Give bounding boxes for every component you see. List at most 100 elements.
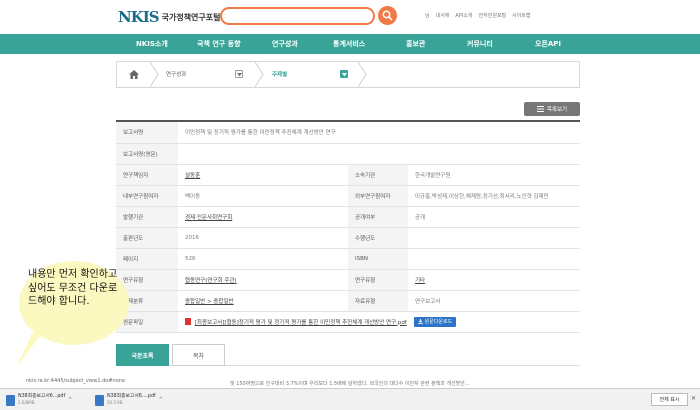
nav-item-community[interactable]: 커뮤니티 bbox=[467, 39, 493, 49]
affiliation: 한국개발연구원 bbox=[408, 164, 580, 186]
report-title: 이민정책 및 정기적 평가를 통한 이민정책 추진체계 개선방안 연구 bbox=[178, 122, 580, 144]
report-title-en bbox=[178, 143, 580, 165]
row-label: 출판년도 bbox=[116, 227, 178, 249]
row-label: 페이지 bbox=[116, 248, 178, 270]
tab-table-of-contents[interactable]: 목차 bbox=[172, 344, 225, 366]
row-label: 연구책임자 bbox=[116, 164, 178, 186]
site-logo[interactable]: NKIS 국가정책연구포털 bbox=[118, 8, 221, 26]
speech-bubble-text: 내용만 먼저 확인하고 싶어도 무조건 다운로드해야 합니다. bbox=[28, 269, 118, 307]
table-row: 주제분류 종합일반 > 종합일반 자료유형 연구보고서 bbox=[116, 290, 580, 312]
original-file-link[interactable]: [최종보고서][협동]정기적 평가 및 정기적 평가를 통한 이민정책 추진체계… bbox=[195, 320, 407, 326]
disclosure: 공개 bbox=[408, 206, 580, 228]
download-size: 2.6/8MB bbox=[18, 400, 35, 405]
row-label: 연구유형 bbox=[348, 269, 408, 291]
original-download-label: 원문다운로드 bbox=[424, 319, 453, 325]
utility-links: 님 내서재 API소개 전자민원포털 사이트맵 bbox=[425, 12, 531, 19]
main-nav: NKIS소개 국책 연구 동향 연구성과 통계서비스 홍보관 커뮤니티 오픈AP… bbox=[0, 34, 700, 54]
show-all-downloads-button[interactable]: 전체 표시 bbox=[651, 393, 688, 406]
table-row: 발행기관 경제·인문사회연구회 공개여부 공개 bbox=[116, 206, 580, 228]
breadcrumb-level1-dropdown[interactable] bbox=[235, 70, 243, 78]
breadcrumb-home[interactable] bbox=[117, 62, 151, 87]
nav-item-research-results[interactable]: 연구성과 bbox=[272, 39, 298, 49]
chevron-up-icon[interactable]: ^ bbox=[159, 397, 163, 403]
row-label: 소속기관 bbox=[348, 164, 408, 186]
report-info-table: 보고서명 이민정책 및 정기적 평가를 통한 이민정책 추진체계 개선방안 연구… bbox=[116, 120, 580, 333]
nav-item-about[interactable]: NKIS소개 bbox=[136, 39, 168, 49]
isbn bbox=[408, 248, 580, 270]
nav-item-pr[interactable]: 홍보관 bbox=[406, 39, 425, 49]
row-label: 보고서명 bbox=[116, 122, 178, 144]
download-item[interactable]: N38최종보고서6....pdf 50.5 KB ^ bbox=[95, 392, 163, 408]
research-year bbox=[408, 227, 580, 249]
download-item[interactable]: N38최종보고서6...pdf 2.6/8MB ^ bbox=[6, 392, 72, 408]
internal-participants: 백이동 bbox=[178, 185, 348, 207]
row-label: 공개여부 bbox=[348, 206, 408, 228]
breadcrumb-level2-dropdown[interactable] bbox=[340, 70, 348, 78]
nav-item-open-api[interactable]: 오픈API bbox=[535, 39, 561, 49]
chevron-down-icon bbox=[342, 72, 347, 76]
chevron-down-icon bbox=[237, 72, 242, 76]
row-label: 보고서명(영문) bbox=[116, 143, 178, 165]
original-file-cell: [최종보고서][협동]정기적 평가 및 정기적 평가를 통한 이민정책 추진체계… bbox=[178, 311, 580, 333]
logo-mark: NKIS bbox=[118, 8, 160, 26]
util-link-user[interactable]: 님 bbox=[425, 12, 430, 19]
row-label: 내부연구참여자 bbox=[116, 185, 178, 207]
pdf-file-icon bbox=[6, 394, 15, 406]
table-row: 연구책임자 설동훈 소속기관 한국개발연구원 bbox=[116, 164, 580, 186]
content-tabs: 국문초록 목차 bbox=[116, 344, 580, 366]
list-icon bbox=[536, 106, 544, 112]
row-label: 외부연구참여자 bbox=[348, 185, 408, 207]
download-icon bbox=[417, 319, 423, 324]
util-link-my-library[interactable]: 내서재 bbox=[436, 12, 450, 19]
breadcrumb-separator-icon bbox=[149, 62, 159, 87]
search-input[interactable] bbox=[220, 7, 375, 25]
table-row: 내부연구참여자 백이동 외부연구참여자 이규홍,박성제,이상헌,채재원,정기선,… bbox=[116, 185, 580, 207]
table-row: 출판년도 2016 수행년도 bbox=[116, 227, 580, 249]
row-label: 자료유형 bbox=[348, 290, 408, 312]
material-type: 연구보고서 bbox=[408, 290, 580, 312]
nav-item-statistics[interactable]: 통계서비스 bbox=[333, 39, 365, 49]
research-type2-link[interactable]: 기타 bbox=[408, 269, 580, 291]
util-link-civil-portal[interactable]: 전자민원포털 bbox=[479, 12, 507, 19]
row-label: ISBN bbox=[348, 248, 408, 270]
breadcrumb-level1[interactable]: 연구성과 bbox=[166, 70, 186, 78]
download-meta: N38최종보고서6...pdf 2.6/8MB bbox=[18, 394, 65, 406]
page: NKIS 국가정책연구포털 님 내서재 API소개 전자민원포털 사이트맵 NK… bbox=[0, 0, 700, 410]
download-meta: N38최종보고서6....pdf 50.5 KB bbox=[107, 394, 156, 406]
list-view-label: 목록보기 bbox=[546, 107, 568, 113]
close-icon[interactable]: ✕ bbox=[691, 395, 696, 402]
row-label: 연구유형 bbox=[116, 269, 178, 291]
external-participants: 이규홍,박성제,이상헌,채재원,정기선,최서리,노인혁 김재민 bbox=[408, 185, 580, 207]
original-download-button[interactable]: 원문다운로드 bbox=[413, 316, 457, 327]
nav-item-research-trends[interactable]: 국책 연구 동향 bbox=[197, 39, 241, 49]
util-link-api[interactable]: API소개 bbox=[455, 12, 472, 19]
search-icon bbox=[382, 10, 393, 21]
publisher-link[interactable]: 경제·인문사회연구회 bbox=[178, 206, 348, 228]
speech-bubble-tail bbox=[16, 330, 40, 368]
publish-year: 2016 bbox=[178, 227, 348, 249]
tab-korean-abstract[interactable]: 국문초록 bbox=[116, 344, 169, 366]
row-label: 수행년도 bbox=[348, 227, 408, 249]
home-icon bbox=[129, 70, 139, 79]
breadcrumb: 연구성과 주제별 bbox=[116, 61, 580, 88]
status-url: nkis.re.kr:4445/subject_view1.do#none bbox=[26, 378, 126, 384]
search-button[interactable] bbox=[378, 6, 397, 25]
research-type-link[interactable]: 협동연구(연구회 주관) bbox=[178, 269, 348, 291]
subject-category-link[interactable]: 종합일반 > 종합일반 bbox=[178, 290, 348, 312]
logo-text: 국가정책연구포털 bbox=[161, 12, 221, 22]
page-count: 526 bbox=[178, 248, 348, 270]
breadcrumb-separator-icon bbox=[357, 62, 367, 87]
breadcrumb-separator-icon bbox=[254, 62, 264, 87]
breadcrumb-level2[interactable]: 주제별 bbox=[272, 70, 287, 78]
abstract-snippet: 및 150여명으로 인구대비 3.7%이며 우리보다 1.5배에 달하였다. 외… bbox=[230, 381, 470, 387]
util-link-sitemap[interactable]: 사이트맵 bbox=[512, 12, 530, 19]
table-row: 페이지 526 ISBN bbox=[116, 248, 580, 270]
lead-researcher-link[interactable]: 설동훈 bbox=[178, 164, 348, 186]
chevron-up-icon[interactable]: ^ bbox=[68, 397, 72, 403]
table-row: 연구유형 협동연구(연구회 주관) 연구유형 기타 bbox=[116, 269, 580, 291]
list-view-button[interactable]: 목록보기 bbox=[524, 102, 580, 116]
table-row: 보고서명(영문) bbox=[116, 143, 580, 165]
top-header: NKIS 국가정책연구포털 님 내서재 API소개 전자민원포털 사이트맵 bbox=[0, 0, 700, 34]
download-size: 50.5 KB bbox=[107, 400, 123, 405]
table-row: 보고서명 이민정책 및 정기적 평가를 통한 이민정책 추진체계 개선방안 연구 bbox=[116, 122, 580, 144]
